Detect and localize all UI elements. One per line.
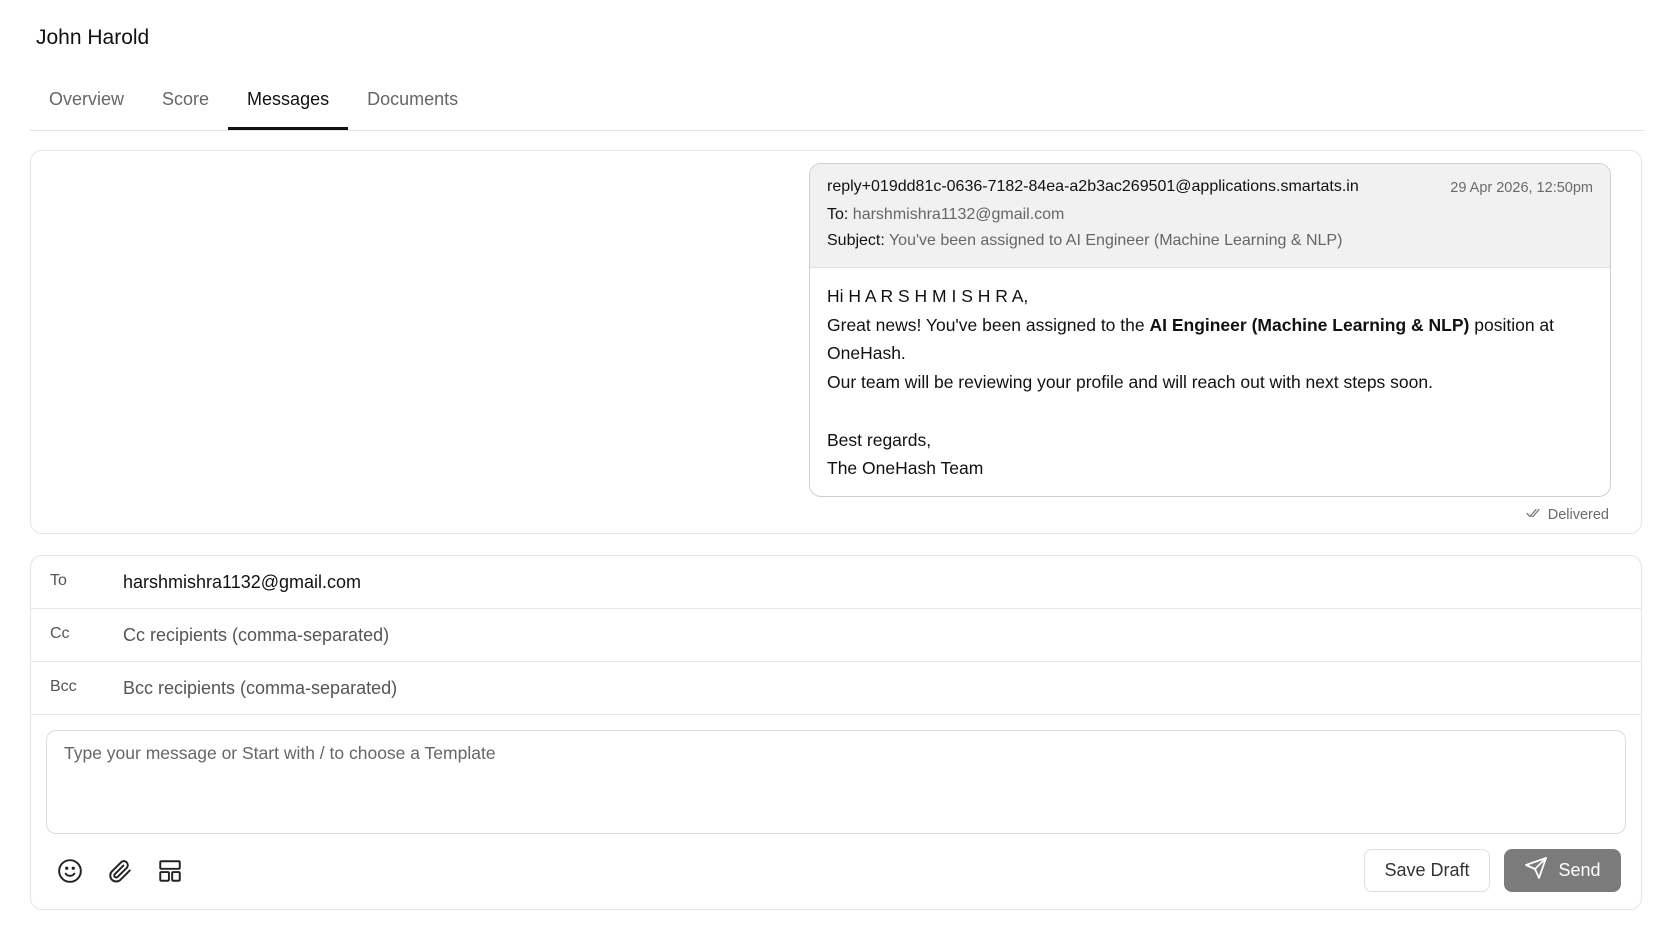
- delivery-status: Delivered: [1526, 507, 1609, 523]
- save-draft-button[interactable]: Save Draft: [1364, 849, 1490, 892]
- page: John Harold Overview Score Messages Docu…: [0, 0, 1672, 941]
- tab-score[interactable]: Score: [143, 76, 228, 129]
- email-line: Our team will be reviewing your profile …: [827, 372, 1433, 393]
- page-title: John Harold: [36, 26, 150, 49]
- email-header: reply+019dd81c-0636-7182-84ea-a2b3ac2695…: [810, 164, 1610, 268]
- bcc-row: Bcc: [31, 662, 1641, 715]
- email-spacer: [827, 397, 1593, 426]
- email-date: 29 Apr 2026, 12:50pm: [1450, 180, 1593, 196]
- email-position-bold: AI Engineer (Machine Learning & NLP): [1149, 314, 1470, 335]
- email-subject-value: You've been assigned to AI Engineer (Mac…: [888, 232, 1343, 249]
- message-input[interactable]: [46, 730, 1626, 834]
- to-label: To: [50, 572, 67, 589]
- email-text: Great news! You've been assigned to the: [827, 314, 1150, 335]
- tab-messages[interactable]: Messages: [228, 76, 349, 130]
- email-to-row: To: harshmishra1132@gmail.com: [827, 206, 1064, 224]
- tab-overview[interactable]: Overview: [30, 76, 143, 129]
- double-check-icon: [1526, 507, 1542, 523]
- composer: To Cc Bcc: [30, 555, 1642, 910]
- template-icon[interactable]: [155, 856, 185, 886]
- email-signature: The OneHash Team: [827, 458, 984, 479]
- email-subject-label: Subject:: [827, 232, 885, 249]
- email-line: Great news! You've been assigned to the …: [827, 311, 1593, 340]
- email-greeting: Hi H A R S H M I S H R A,: [827, 286, 1029, 306]
- email-signoff: Best regards,: [827, 429, 932, 450]
- email-line: OneHash.: [827, 343, 906, 364]
- send-label: Send: [1558, 860, 1601, 880]
- bcc-field[interactable]: [123, 670, 1613, 706]
- email-to-label: To:: [827, 206, 849, 223]
- send-icon: [1524, 856, 1548, 885]
- attachment-icon[interactable]: [105, 856, 135, 886]
- email-to-value: harshmishra1132@gmail.com: [852, 206, 1065, 223]
- tab-documents[interactable]: Documents: [348, 76, 477, 129]
- cc-row: Cc: [31, 609, 1641, 662]
- bcc-label: Bcc: [50, 678, 77, 695]
- cc-label: Cc: [50, 625, 70, 642]
- email-body: Hi H A R S H M I S H R A, Great news! Yo…: [810, 268, 1610, 483]
- email-subject-row: Subject: You've been assigned to AI Engi…: [827, 232, 1342, 250]
- email-card: reply+019dd81c-0636-7182-84ea-a2b3ac2695…: [809, 163, 1611, 497]
- to-field[interactable]: [123, 564, 1613, 600]
- to-row: To: [31, 556, 1641, 609]
- send-button[interactable]: Send: [1504, 849, 1621, 892]
- tab-bar: Overview Score Messages Documents: [30, 76, 1644, 131]
- cc-field[interactable]: [123, 617, 1613, 653]
- delivery-status-text: Delivered: [1547, 507, 1609, 523]
- emoji-icon[interactable]: [55, 856, 85, 886]
- email-from: reply+019dd81c-0636-7182-84ea-a2b3ac2695…: [827, 178, 1359, 195]
- message-thread: reply+019dd81c-0636-7182-84ea-a2b3ac2695…: [30, 150, 1642, 534]
- email-text: position at: [1469, 314, 1555, 335]
